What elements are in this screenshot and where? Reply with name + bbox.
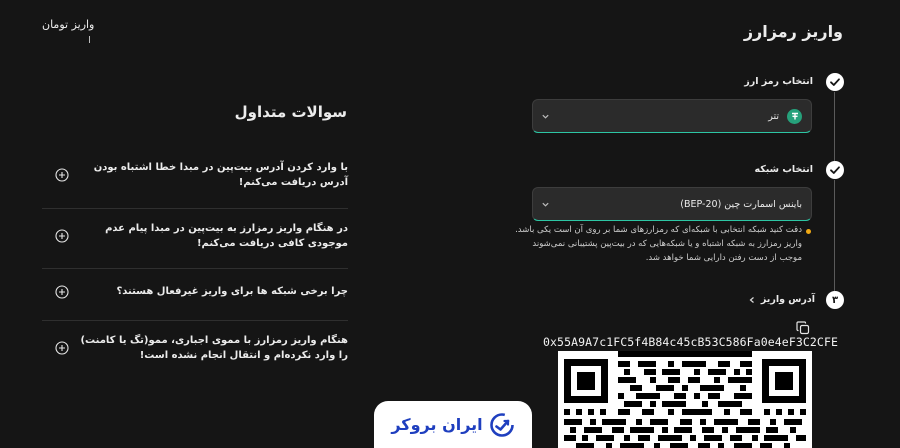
plus-circle-icon (55, 341, 69, 355)
currency-select-value: تتر (768, 110, 779, 122)
iranbroker-watermark: ایران بروکر (374, 401, 532, 448)
faq-item[interactable]: با وارد کردن آدرس بیت‌پین در مبدا خطا اش… (42, 160, 348, 190)
address-label-text: آدرس واریز (760, 294, 815, 305)
brand-text: ایران بروکر (391, 415, 483, 434)
step-connector (834, 180, 835, 291)
toman-deposit-link[interactable]: واریز تومان (42, 18, 94, 31)
chart-check-logo-icon (489, 412, 515, 438)
deposit-qr-code (558, 351, 812, 448)
currency-select[interactable]: تتر (532, 99, 812, 133)
deposit-address[interactable]: 0x55A9A7c1FC5f4B84c45cB53C586Fa0e4eF3C2C… (543, 335, 838, 349)
step-3-number: ۳ (826, 291, 844, 309)
faq-item[interactable]: هنگام واریز رمزارز با مموی اجباری، ممو(ت… (42, 333, 348, 363)
faq-item[interactable]: چرا برخی شبکه ها برای واریز غیرفعال هستن… (42, 284, 348, 299)
faq-item[interactable]: در هنگام واریز رمزارز به بیت‌پین در مبدا… (42, 221, 348, 251)
tether-icon (787, 108, 802, 124)
warning-dot-icon (806, 229, 811, 234)
chevron-down-icon (541, 200, 550, 209)
step-connector (834, 92, 835, 161)
page-title: واریز رمزارز (743, 22, 843, 41)
faq-question: با وارد کردن آدرس بیت‌پین در مبدا خطا اش… (93, 162, 348, 188)
chevron-left-icon (749, 296, 754, 303)
network-step-label: انتخاب شبکه (754, 164, 813, 175)
network-select[interactable]: باینس اسمارت چین (BEP-20) (532, 187, 812, 221)
faq-question: هنگام واریز رمزارز با مموی اجباری، ممو(ت… (80, 335, 348, 361)
step-2-check-icon (826, 161, 844, 179)
faq-divider (42, 208, 348, 209)
address-step-label: آدرس واریز (748, 294, 815, 305)
currency-step-label: انتخاب رمز ارز (744, 76, 813, 87)
plus-circle-icon (55, 168, 69, 182)
faq-divider (42, 320, 348, 321)
faq-question: در هنگام واریز رمزارز به بیت‌پین در مبدا… (105, 223, 348, 249)
toman-link-underline (89, 36, 90, 43)
chevron-down-icon (541, 112, 550, 121)
plus-circle-icon (55, 229, 69, 243)
step-1-check-icon (826, 73, 844, 91)
copy-icon[interactable] (795, 320, 811, 336)
faq-divider (42, 268, 348, 269)
network-warning: دقت کنید شبکه انتخابی با شبکه‌ای که رمزا… (515, 225, 802, 263)
faq-title: سوالات متداول (234, 103, 347, 121)
network-select-value: باینس اسمارت چین (BEP-20) (680, 198, 802, 210)
faq-question: چرا برخی شبکه ها برای واریز غیرفعال هستن… (116, 286, 348, 297)
plus-circle-icon (55, 284, 69, 299)
